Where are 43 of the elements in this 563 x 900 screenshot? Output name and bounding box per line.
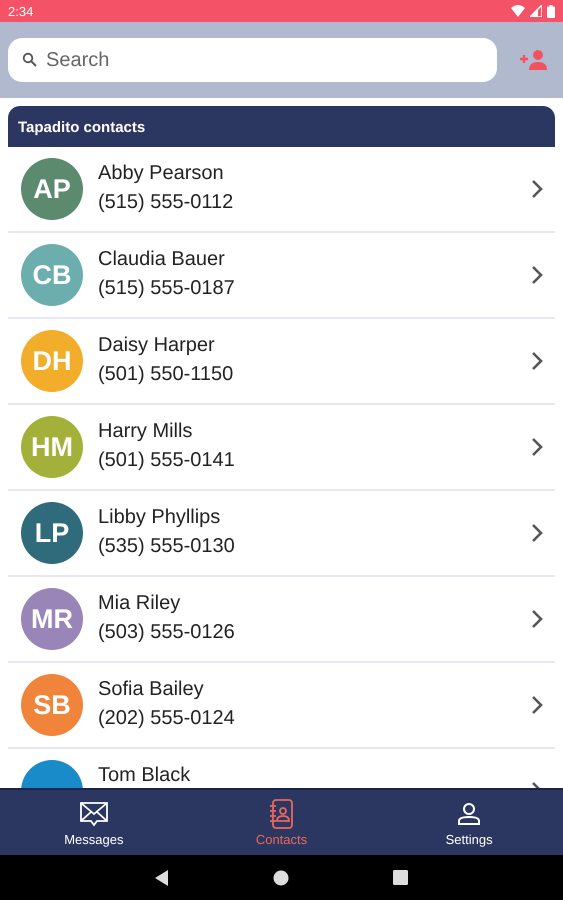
contact-name: Daisy Harper	[98, 334, 216, 357]
battery-icon	[547, 4, 555, 18]
contact-phone: (515) 555-0112	[98, 191, 234, 214]
contact-item[interactable]: HM Harry Mills (501) 555-0141	[8, 405, 555, 491]
nav-tab[interactable]: Settings	[399, 790, 540, 855]
nav-tab[interactable]: Contacts	[211, 790, 352, 855]
avatar: AP	[21, 158, 83, 220]
search-icon	[22, 52, 38, 68]
contact-name: Mia Riley	[98, 592, 182, 615]
avatar: HM	[21, 416, 83, 478]
nav-tab[interactable]: Messages	[24, 790, 164, 855]
list-header: Tapadito contacts	[8, 106, 555, 147]
contact-phone: (501) 550-1150	[98, 363, 234, 386]
contact-name: Claudia Bauer	[98, 248, 226, 271]
contact-phone: (202) 555-0124	[98, 707, 236, 730]
contact-item[interactable]: AP Abby Pearson (515) 555-0112	[8, 147, 555, 233]
wifi-icon	[511, 5, 525, 17]
address-book-icon	[268, 798, 294, 828]
back-icon[interactable]	[155, 870, 169, 886]
signal-icon	[530, 5, 542, 17]
contact-item[interactable]: SB Sofia Bailey (202) 555-0124	[8, 663, 555, 749]
contact-name: Libby Phyllips	[98, 506, 222, 529]
contact-phone: (535) 555-0130	[98, 535, 236, 558]
contact-item[interactable]: LP Libby Phyllips (535) 555-0130	[8, 491, 555, 577]
status-time: 2:34	[8, 4, 34, 18]
contact-name: Tom Black	[98, 764, 192, 787]
contact-item[interactable]: CB Claudia Bauer (515) 555-0187	[8, 233, 555, 319]
contact-name: Sofia Bailey	[98, 678, 205, 701]
avatar: CB	[21, 244, 83, 306]
contact-item[interactable]: DH Daisy Harper (501) 550-1150	[8, 319, 555, 405]
avatar: LP	[21, 502, 83, 564]
avatar: DH	[21, 330, 83, 392]
contact-phone: (501) 555-0141	[98, 449, 236, 472]
avatar: MR	[21, 588, 83, 650]
search-field[interactable]: Search	[8, 38, 497, 82]
contact-phone: (503) 555-0126	[98, 621, 236, 644]
contact-item[interactable]: MR Mia Riley (503) 555-0126	[8, 577, 555, 663]
add-person-icon	[519, 49, 549, 71]
contact-name: Harry Mills	[98, 420, 194, 443]
home-icon[interactable]	[273, 870, 289, 886]
avatar: SB	[21, 674, 83, 736]
contact-name: Abby Pearson	[98, 162, 225, 185]
contact-phone: (515) 555-0187	[98, 277, 236, 300]
